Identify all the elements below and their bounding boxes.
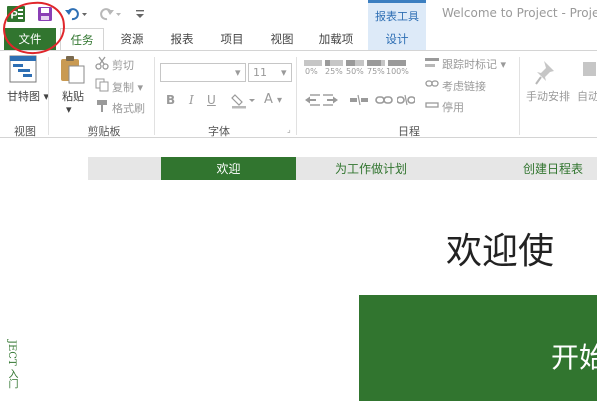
font-color-label: A [264, 92, 273, 107]
respect-links-button[interactable]: 考虑链接 [442, 78, 486, 94]
group-divider [296, 57, 297, 135]
welcome-heading: 欢迎使 [446, 231, 555, 272]
ribbon-tab-row: 文件 任务 资源 报表 项目 视图 加载项 设计 [0, 28, 597, 51]
dialog-launcher-icon[interactable]: ⌟ [287, 125, 291, 134]
chevron-down-icon: ▾ [500, 58, 507, 71]
italic-button[interactable]: I [189, 93, 194, 107]
gantt-chart-button[interactable]: 甘特图 ▾ [7, 88, 49, 104]
manual-schedule-pin-icon[interactable] [535, 59, 559, 88]
tab-addins[interactable]: 加载项 [310, 28, 362, 50]
tab-project[interactable]: 项目 [210, 28, 254, 50]
ribbon: 甘特图 ▾ 视图 粘贴 ▾ 剪切 复制 ▾ 格式刷 剪贴板 ▾ 11 ▾ B I… [0, 50, 597, 138]
chevron-down-icon: ▾ [235, 66, 241, 79]
font-size-field[interactable]: 11 ▾ [248, 63, 292, 82]
tab-design[interactable]: 设计 [368, 28, 426, 50]
tab-resource[interactable]: 资源 [110, 28, 154, 50]
inactivate-icon [425, 99, 439, 114]
paste-button[interactable]: 粘贴 [62, 88, 84, 104]
split-task-icon[interactable] [350, 93, 368, 110]
respect-links-icon [425, 78, 439, 93]
svg-text:P: P [11, 10, 18, 22]
chevron-down-icon[interactable]: ▾ [66, 103, 72, 116]
nav-tab-welcome[interactable]: 欢迎 [161, 157, 296, 180]
chevron-down-icon: ▾ [137, 81, 144, 94]
unlink-tasks-icon[interactable] [396, 93, 416, 110]
cut-button[interactable]: 剪切 [112, 57, 134, 73]
pct-complete-75-button[interactable]: 75% [367, 67, 385, 76]
outdent-icon[interactable] [304, 93, 320, 110]
welcome-nav-strip: 欢迎 为工作做计划 创建日程表 [88, 157, 597, 180]
highlight-color-icon[interactable] [231, 93, 257, 112]
group-divider [519, 57, 520, 135]
font-size-value: 11 [253, 66, 267, 79]
window-title: Welcome to Project - Project [442, 6, 597, 20]
pct-complete-25-button[interactable]: 25% [325, 67, 343, 76]
save-icon[interactable] [35, 4, 55, 24]
tab-view[interactable]: 视图 [260, 28, 304, 50]
font-name-field[interactable]: ▾ [160, 63, 246, 82]
tab-file[interactable]: 文件 [4, 28, 56, 50]
cut-icon [95, 56, 109, 73]
paste-icon[interactable] [58, 55, 86, 88]
indent-icon[interactable] [323, 93, 339, 110]
font-group-label: 字体 [208, 125, 230, 138]
chevron-down-icon: ▾ [281, 66, 287, 79]
manual-schedule-button[interactable]: 手动安排 [526, 88, 570, 104]
tab-task[interactable]: 任务 [60, 28, 104, 51]
mark-on-track-button[interactable]: 跟踪时标记 ▾ [442, 56, 506, 72]
underline-button[interactable]: U [207, 93, 216, 107]
pct-complete-100-button[interactable]: 100% [386, 67, 409, 76]
customize-toolbar-icon[interactable] [134, 4, 146, 24]
inactivate-button[interactable]: 停用 [442, 99, 464, 115]
title-bar: P 报表工具 Welcome to Project - Project [0, 0, 597, 28]
auto-schedule-pin-icon[interactable] [582, 59, 597, 88]
redo-icon[interactable] [97, 4, 123, 24]
pct-complete-50-button[interactable]: 50% [346, 67, 364, 76]
chevron-down-icon: ▾ [277, 95, 283, 106]
mark-on-track-label: 跟踪时标记 [442, 58, 497, 71]
group-divider [48, 57, 49, 135]
report-tools-context-label: 报表工具 [368, 0, 426, 28]
undo-icon[interactable] [63, 4, 89, 24]
project-app-icon[interactable]: P [6, 4, 26, 24]
mark-on-track-icon [425, 57, 439, 72]
group-divider [154, 57, 155, 135]
tab-report[interactable]: 报表 [160, 28, 204, 50]
nav-tab-plan-work[interactable]: 为工作做计划 [306, 157, 436, 180]
gantt-chart-label: 甘特图 [7, 90, 40, 103]
gantt-chart-icon[interactable] [9, 55, 37, 86]
view-group-label: 视图 [14, 125, 36, 138]
font-color-button[interactable]: A ▾ [264, 92, 282, 107]
clipboard-group-label: 剪贴板 [87, 125, 121, 138]
auto-schedule-button[interactable]: 自动 [577, 88, 597, 104]
format-painter-icon [95, 99, 109, 116]
link-tasks-icon[interactable] [375, 93, 393, 110]
nav-tab-create-schedule[interactable]: 创建日程表 [498, 157, 597, 180]
side-vertical-text: JECT 入门 [6, 340, 17, 389]
schedule-group-label: 日程 [398, 125, 420, 138]
copy-label: 复制 [112, 81, 134, 94]
copy-icon [95, 78, 109, 95]
copy-button[interactable]: 复制 ▾ [112, 79, 143, 95]
get-started-text: 开始 [551, 341, 597, 374]
pct-complete-0-button[interactable]: 0% [305, 67, 318, 76]
format-painter-button[interactable]: 格式刷 [112, 100, 145, 116]
bold-button[interactable]: B [166, 93, 175, 107]
